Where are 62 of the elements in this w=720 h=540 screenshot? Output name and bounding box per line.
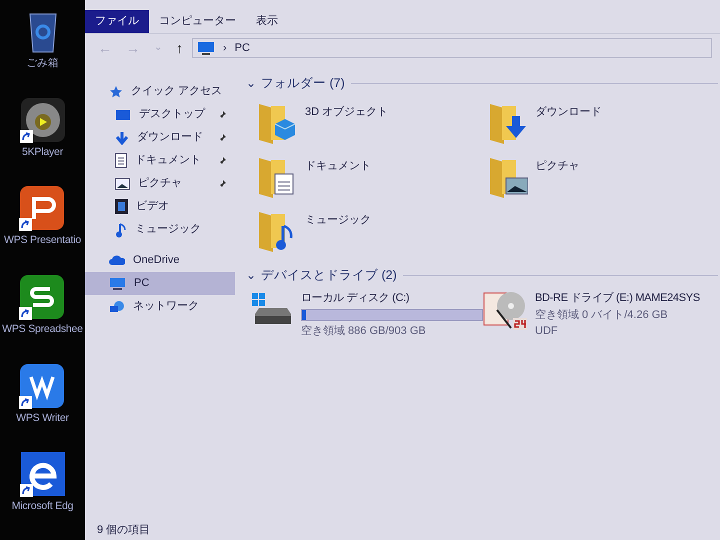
film-reel-icon (20, 96, 66, 143)
monitor-icon (109, 276, 126, 290)
nav-item[interactable]: デスクトップ (85, 103, 235, 126)
spreadsheet-app-icon (19, 274, 66, 320)
nav-item[interactable]: クイック アクセス (85, 80, 235, 103)
address-field[interactable]: › PC (192, 38, 712, 58)
monitor-icon (115, 108, 131, 120)
star-icon (109, 84, 123, 98)
shortcut-arrow-icon (19, 307, 32, 320)
free-space-text: 空き領域 886 GB/903 GB (301, 324, 427, 338)
group-heading: フォルダー (7) (261, 74, 345, 92)
picture-icon (115, 178, 130, 190)
nav-item[interactable]: ドキュメント (85, 149, 235, 172)
free-space-text: 空き領域 0 バイト/4.26 GB (535, 308, 669, 322)
music-note-icon (115, 222, 127, 238)
folder-item[interactable]: ピクチャ (488, 154, 718, 202)
desktop-icon-label[interactable]: Microsoft Edg (12, 499, 74, 516)
drive-name: ローカル ディスク (C:) (301, 291, 410, 306)
cloud-icon (109, 255, 125, 266)
presentation-app-icon (19, 185, 66, 232)
folder-item[interactable]: ダウンロード (488, 100, 718, 148)
shortcut-arrow-icon (20, 484, 32, 498)
group-collapse-button[interactable]: ⌄ (241, 77, 261, 89)
drive-name: BD-RE ドライブ (E:) MAME24SYS (535, 290, 700, 306)
folder-item[interactable]: ミュージック (257, 208, 488, 256)
group-heading: デバイスとドライブ (2) (261, 266, 397, 284)
nav-item[interactable]: PC (85, 272, 235, 295)
desktop-icon-label[interactable]: WPS Writer (16, 410, 69, 426)
disc-drive-icon (483, 290, 527, 330)
nav-item[interactable]: ミュージック (85, 218, 235, 241)
breadcrumb-item[interactable]: PC (234, 40, 250, 56)
network-icon (109, 300, 125, 314)
desktop-icon-label[interactable]: 5KPlayer (22, 144, 63, 160)
nav-item[interactable]: ビデオ (85, 195, 235, 218)
drive-item[interactable]: BD-RE ドライブ (E:) MAME24SYS 空き領域 0 バイト/4.26 GB UDF (483, 290, 718, 340)
nav-item[interactable]: ネットワーク (85, 295, 235, 318)
ribbon-tab[interactable]: 表示 (246, 10, 288, 33)
up-button[interactable]: ↑ (171, 41, 188, 55)
ribbon-tab[interactable]: コンピューター (149, 10, 246, 33)
breadcrumb-separator: › (223, 40, 227, 56)
browser-app-icon (20, 451, 66, 498)
nav-item[interactable]: OneDrive (85, 249, 235, 272)
monitor-icon (197, 41, 215, 55)
desktop-icon-label[interactable]: WPS Presentatio (4, 233, 81, 250)
nav-item[interactable]: ダウンロード (85, 126, 235, 149)
group-collapse-button[interactable]: ⌄ (241, 269, 261, 281)
document-icon (115, 153, 127, 168)
ribbon-tab[interactable]: ファイル (85, 10, 149, 33)
shortcut-arrow-icon (19, 218, 32, 232)
nav-item[interactable]: ピクチャ (85, 172, 235, 195)
file-system-text: UDF (535, 324, 559, 339)
desktop-icon-label[interactable]: ごみ箱 (26, 56, 59, 72)
down-arrow-icon (115, 130, 129, 144)
shortcut-arrow-icon (19, 396, 32, 409)
writer-app-icon (19, 362, 66, 409)
folder-item[interactable]: ドキュメント (257, 154, 488, 202)
desktop-icon-label[interactable]: WPS Spreadshee (2, 322, 83, 338)
shortcut-arrow-icon (20, 130, 32, 143)
folder-item[interactable]: 3D オブジェクト (257, 100, 488, 148)
film-icon (115, 199, 128, 214)
item-count: 9 個の項目 (97, 524, 150, 536)
drive-item[interactable]: ローカル ディスク (C:) 空き領域 886 GB/903 GB (249, 290, 479, 340)
